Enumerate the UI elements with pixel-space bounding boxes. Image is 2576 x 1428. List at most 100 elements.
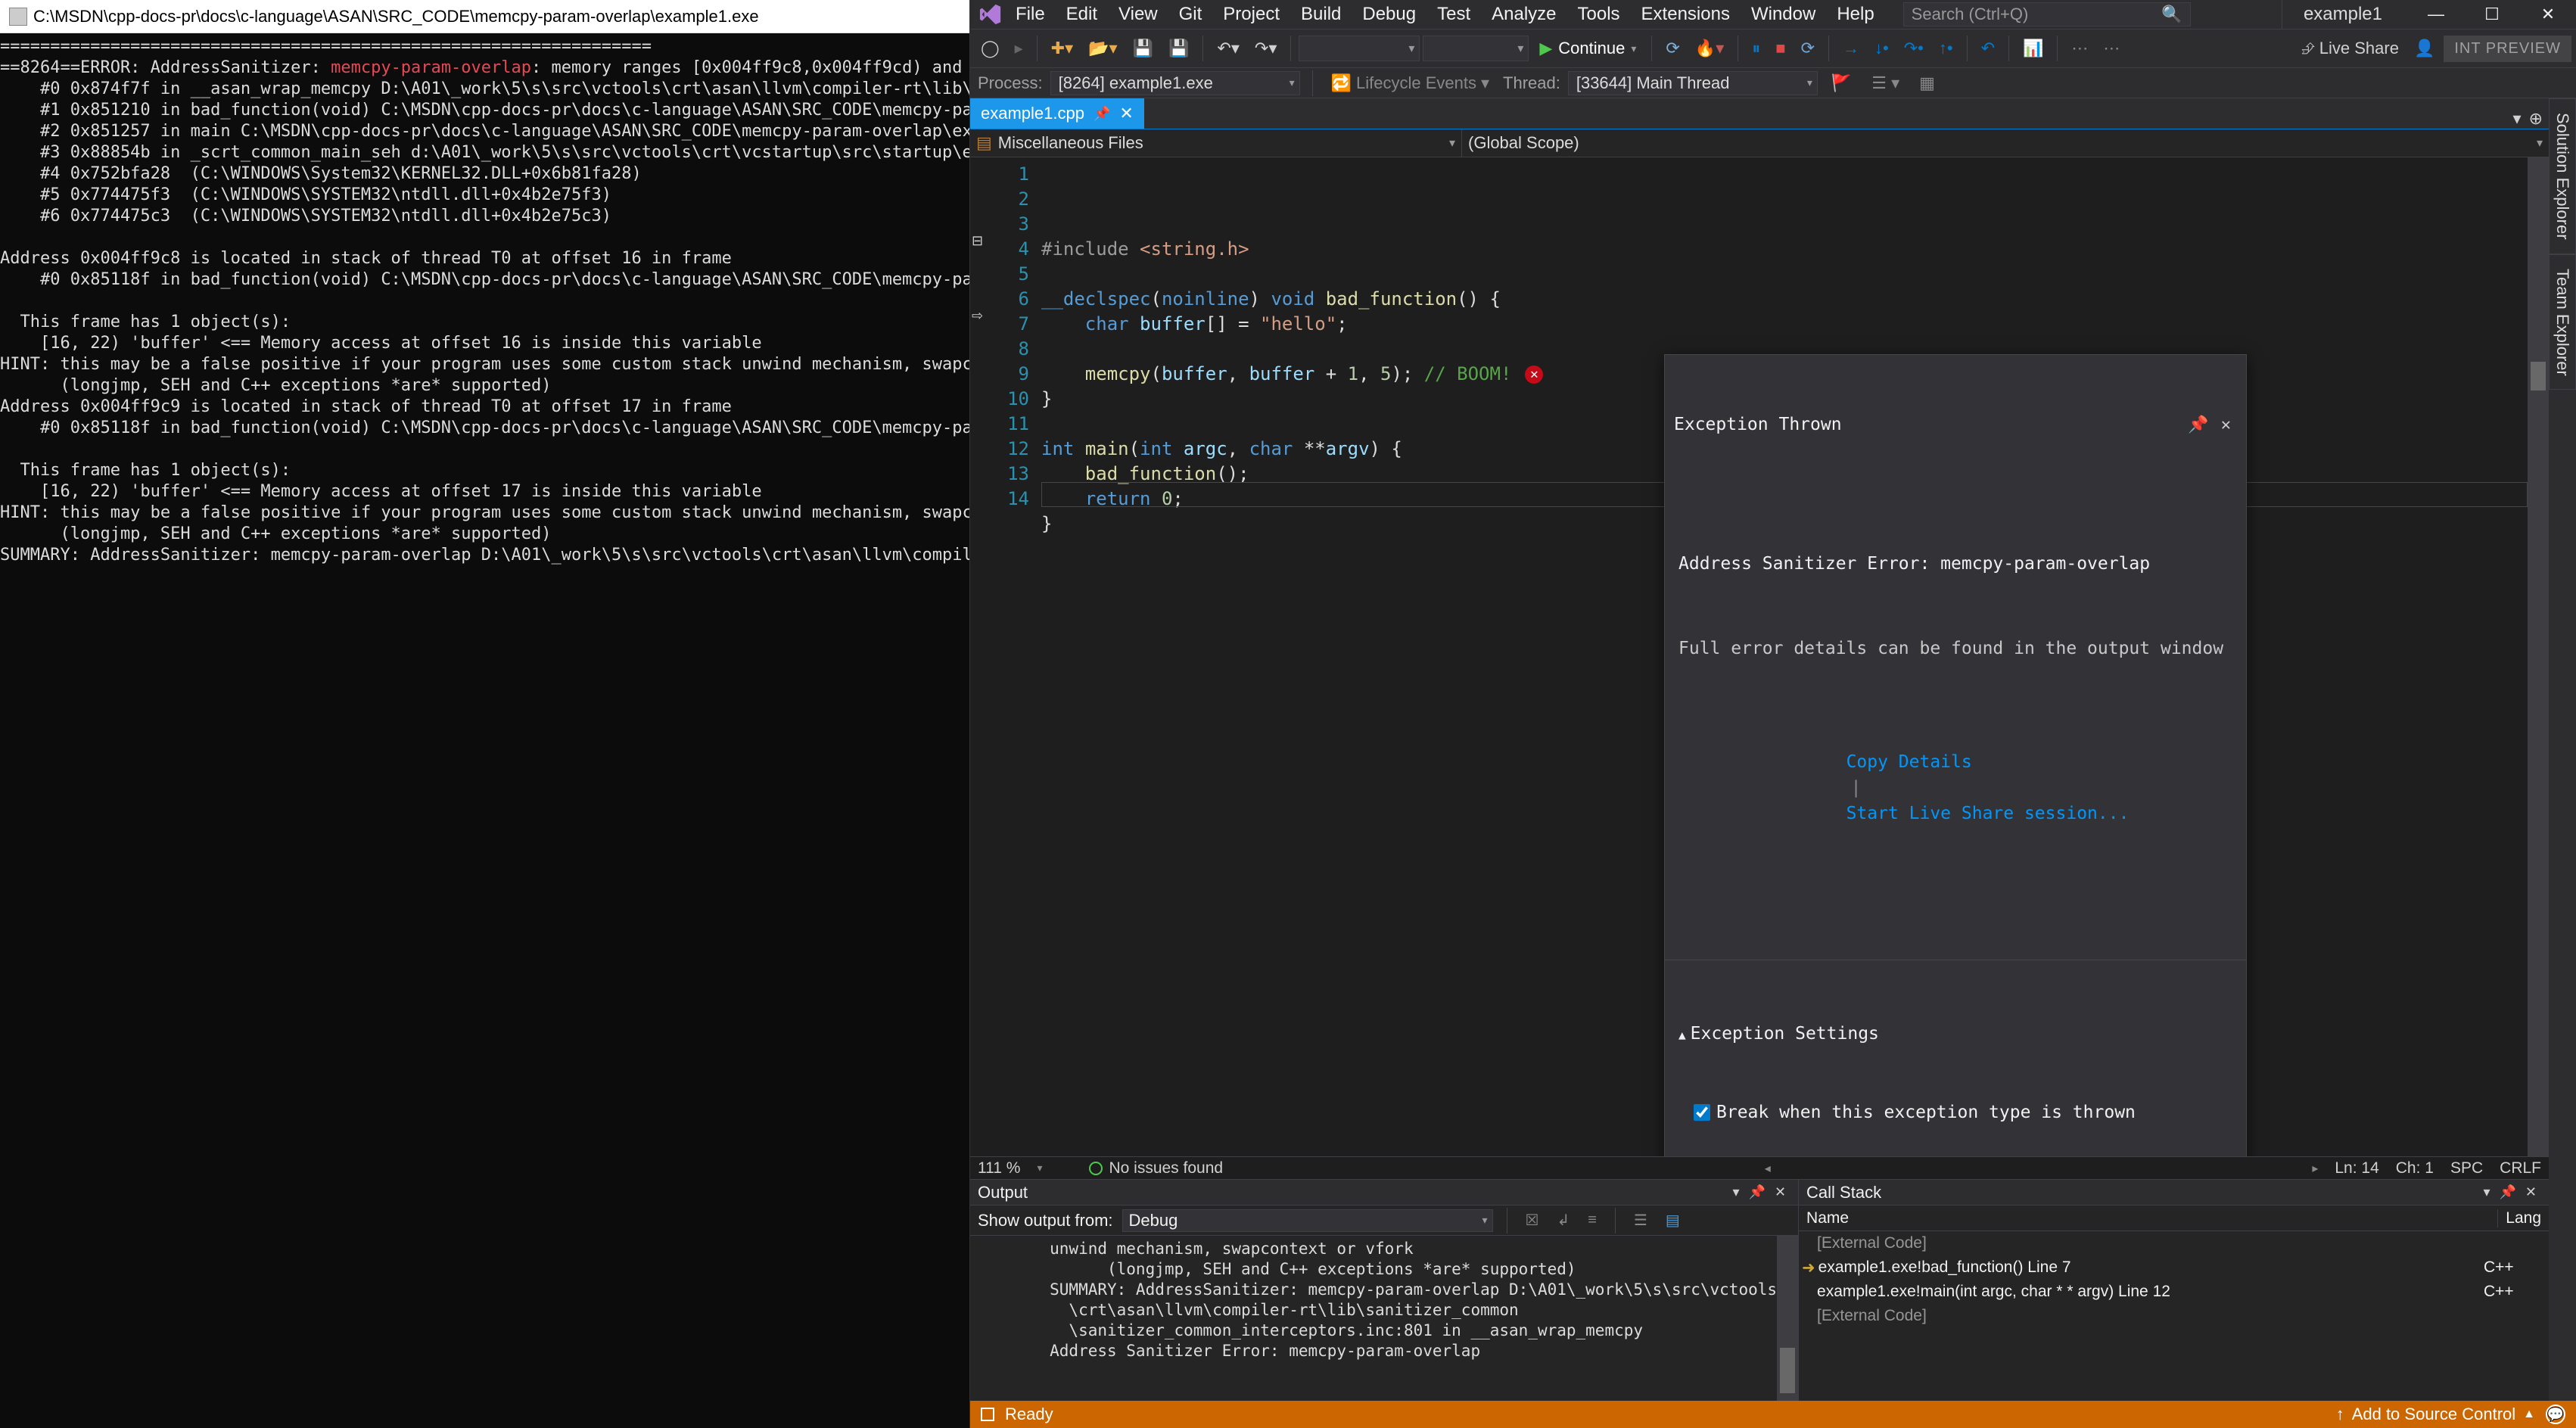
code-editor[interactable]: ⊟ ⇨ 1234567891011121314 #include <string… <box>970 157 2549 1156</box>
tab-dropdown-icon[interactable]: ▾ <box>2513 109 2522 129</box>
new-item-icon[interactable]: ✚▾ <box>1045 36 1079 61</box>
menu-project[interactable]: Project <box>1212 0 1290 30</box>
menu-edit[interactable]: Edit <box>1056 0 1108 30</box>
stack-icon[interactable]: ☰ ▾ <box>1865 70 1906 96</box>
output-scrollbar-thumb[interactable] <box>1780 1348 1795 1393</box>
step-out-icon[interactable]: ↑• <box>1933 36 1959 61</box>
search-box[interactable]: Search (Ctrl+Q) 🔍 <box>1903 2 2191 26</box>
callstack-row[interactable]: example1.exe!main(int argc, char * * arg… <box>1799 1280 2549 1304</box>
menu-tools[interactable]: Tools <box>1567 0 1631 30</box>
output-indent-icon[interactable]: ≡ <box>1583 1212 1601 1229</box>
redo-icon[interactable]: ↷▾ <box>1249 36 1283 61</box>
save-all-icon[interactable]: 💾 <box>1162 36 1195 61</box>
callstack-lang-header[interactable]: Lang <box>2498 1209 2549 1227</box>
editor-scrollbar[interactable] <box>2528 157 2549 1156</box>
step-into-icon[interactable]: ↓• <box>1868 36 1895 61</box>
menu-help[interactable]: Help <box>1826 0 1884 30</box>
show-next-stmt-icon[interactable]: → <box>1837 36 1865 61</box>
outlining-minus-icon[interactable]: ⊟ <box>972 233 983 249</box>
callstack-row[interactable]: ➜example1.exe!bad_function() Line 7C++ <box>1799 1255 2549 1280</box>
exception-pin-icon[interactable]: 📌 <box>2182 412 2214 437</box>
vs-logo-icon[interactable] <box>976 0 1005 29</box>
tab-maximize-icon[interactable]: ⊕ <box>2529 109 2543 129</box>
solution-config-combo[interactable] <box>1299 36 1420 61</box>
start-liveshare-link[interactable]: Start Live Share session... <box>1846 804 2130 823</box>
timeline-icon[interactable]: 📊 <box>2017 36 2049 61</box>
intellitrace-icon[interactable]: ↶ <box>1975 36 2001 61</box>
output-source-combo[interactable]: Debug <box>1122 1209 1493 1232</box>
project-scope-combo[interactable]: ▤ Miscellaneous Files <box>970 129 1462 157</box>
output-scrollbar[interactable] <box>1777 1236 1798 1401</box>
lifecycle-icon[interactable]: 🔁 Lifecycle Events ▾ <box>1325 70 1495 96</box>
stop-icon[interactable]: ■ <box>1769 36 1791 61</box>
exception-close-icon[interactable]: ✕ <box>2215 412 2237 437</box>
feedback-icon[interactable]: 👤 <box>2408 36 2441 61</box>
status-mode-icon[interactable] <box>981 1408 994 1421</box>
menu-git[interactable]: Git <box>1168 0 1213 30</box>
hot-reload-icon[interactable]: 🔥▾ <box>1689 36 1730 61</box>
menu-window[interactable]: Window <box>1741 0 1826 30</box>
tab-close-icon[interactable]: ✕ <box>1119 104 1133 123</box>
output-wrap-icon[interactable]: ↲ <box>1552 1211 1574 1230</box>
menu-file[interactable]: File <box>1005 0 1056 30</box>
menu-analyze[interactable]: Analyze <box>1481 0 1566 30</box>
output-list-icon[interactable]: ▤ <box>1661 1211 1685 1230</box>
notifications-icon[interactable]: 💬 <box>2546 1405 2565 1424</box>
solution-explorer-tab[interactable]: Solution Explorer <box>2549 98 2576 254</box>
char-number[interactable]: Ch: 1 <box>2396 1159 2434 1178</box>
menu-extensions[interactable]: Extensions <box>1631 0 1741 30</box>
line-ending[interactable]: CRLF <box>2500 1159 2541 1178</box>
output-clear-icon[interactable]: ☒ <box>1521 1211 1544 1230</box>
step-over-icon[interactable]: ↷• <box>1898 36 1930 61</box>
code-surface[interactable]: #include <string.h> __declspec(noinline)… <box>1041 157 2528 1156</box>
callstack-close-icon[interactable]: ✕ <box>2521 1184 2541 1200</box>
maximize-button[interactable]: ☐ <box>2464 0 2520 29</box>
line-number[interactable]: Ln: 14 <box>2335 1159 2378 1178</box>
team-explorer-tab[interactable]: Team Explorer <box>2549 254 2576 390</box>
editor-glyph-margin[interactable]: ⊟ ⇨ <box>970 157 988 1156</box>
document-well-tab[interactable]: example1 <box>2282 0 2403 29</box>
callstack-rows[interactable]: [External Code]➜example1.exe!bad_functio… <box>1799 1231 2549 1401</box>
restart-icon[interactable]: ⟳ <box>1795 36 1821 61</box>
output-close-icon[interactable]: ✕ <box>1770 1184 1790 1200</box>
open-icon[interactable]: 📂▾ <box>1082 36 1123 61</box>
callstack-row[interactable]: [External Code] <box>1799 1304 2549 1328</box>
solution-platform-combo[interactable] <box>1423 36 1529 61</box>
overflow2-icon[interactable]: ⋯ <box>2097 36 2126 61</box>
nav-fwd-icon[interactable]: ▸ <box>1009 36 1029 61</box>
output-dropdown-icon[interactable]: ▾ <box>1728 1184 1744 1200</box>
nav-back-icon[interactable]: ◯ <box>975 36 1006 61</box>
callstack-row[interactable]: [External Code] <box>1799 1231 2549 1255</box>
save-icon[interactable]: 💾 <box>1127 36 1159 61</box>
callstack-name-header[interactable]: Name <box>1799 1209 2498 1227</box>
callstack-dropdown-icon[interactable]: ▾ <box>2478 1184 2494 1200</box>
output-toggle-icon[interactable]: ☰ <box>1629 1211 1652 1230</box>
error-glyph-icon[interactable]: ✕ <box>1525 366 1543 384</box>
menu-test[interactable]: Test <box>1426 0 1481 30</box>
class-scope-combo[interactable]: (Global Scope) <box>1462 129 2549 157</box>
error-status[interactable]: No issues found <box>1089 1159 1223 1178</box>
reattach-icon[interactable]: ⟳ <box>1660 36 1685 61</box>
thread-combo[interactable]: [33644] Main Thread <box>1568 71 1818 95</box>
break-when-thrown-checkbox[interactable] <box>1694 1104 1710 1121</box>
copy-details-link[interactable]: Copy Details <box>1846 752 1972 772</box>
output-text[interactable]: unwind mechanism, swapcontext or vfork (… <box>970 1236 1777 1401</box>
minimize-button[interactable]: — <box>2408 0 2464 29</box>
break-all-icon[interactable]: ⏸ <box>1746 36 1766 61</box>
file-tab-example1[interactable]: example1.cpp 📌 ✕ <box>970 98 1144 129</box>
overflow1-icon[interactable]: ⋯ <box>2065 36 2094 61</box>
undo-icon[interactable]: ↶▾ <box>1211 36 1245 61</box>
add-source-control-button[interactable]: ↑ Add to Source Control ▲ <box>2336 1405 2535 1424</box>
thread-flag-icon[interactable]: 🚩 <box>1825 70 1858 96</box>
process-combo[interactable]: [8264] example1.exe <box>1050 71 1300 95</box>
scrollbar-thumb[interactable] <box>2531 362 2546 390</box>
indent-mode[interactable]: SPC <box>2450 1159 2483 1178</box>
live-share-button[interactable]: ⮵ Live Share <box>2295 36 2405 61</box>
pin-icon[interactable]: 📌 <box>1094 106 1110 122</box>
output-pin-icon[interactable]: 📌 <box>1744 1184 1770 1200</box>
console-titlebar[interactable]: C:\MSDN\cpp-docs-pr\docs\c-language\ASAN… <box>0 0 969 33</box>
zoom-level[interactable]: 111 % <box>978 1159 1020 1178</box>
exception-settings-header[interactable]: ▲Exception Settings <box>1678 1021 2232 1048</box>
console-output[interactable]: ========================================… <box>0 33 969 1428</box>
menu-build[interactable]: Build <box>1290 0 1352 30</box>
